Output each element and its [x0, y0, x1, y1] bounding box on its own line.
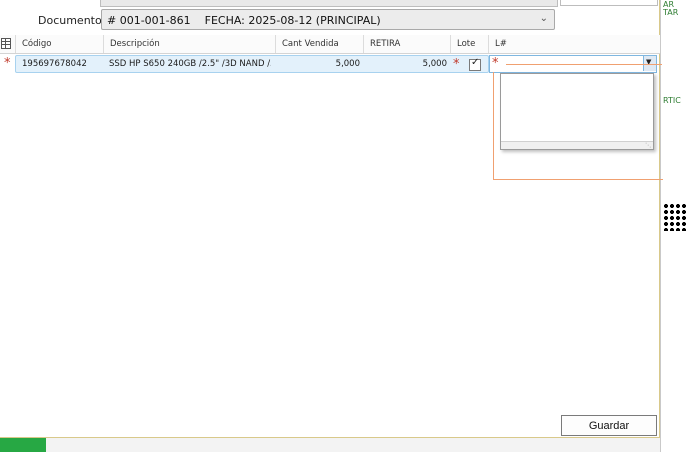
documento-select[interactable]: # 001-001-861 FECHA: 2025-08-12 (PRINCIP… — [101, 9, 555, 30]
background-bottom-bar — [46, 438, 660, 452]
resize-grip[interactable]: ⋱ — [501, 141, 653, 149]
focus-guide-line — [493, 72, 494, 180]
required-star-icon: * — [492, 56, 499, 71]
column-header-cant-vendida[interactable]: Cant Vendida — [275, 35, 363, 53]
save-button[interactable]: Guardar — [561, 415, 657, 436]
cell-descripcion[interactable]: SSD HP S650 240GB /2.5" /3D NAND /560 — [109, 56, 271, 72]
column-header-lnum[interactable]: L# — [488, 35, 660, 53]
documento-select-value: # 001-001-861 FECHA: 2025-08-12 (PRINCIP… — [107, 14, 381, 27]
background-window-strip: AR TAR RTIC — [660, 0, 690, 452]
table-row[interactable]: 195697678042 SSD HP S650 240GB /2.5" /3D… — [15, 55, 489, 73]
column-header-codigo[interactable]: Código — [15, 35, 103, 53]
focus-guide-line — [493, 179, 663, 180]
focus-guide-line — [506, 64, 662, 65]
top-field-right-partial — [560, 0, 658, 6]
background-hint-text: RTIC — [663, 96, 681, 105]
qr-code-pattern — [663, 203, 687, 231]
column-header-lote[interactable]: Lote — [450, 35, 488, 53]
required-star-icon: * — [453, 57, 460, 72]
resize-grip-icon[interactable]: ⋱ — [645, 142, 651, 149]
background-hint-text: TAR — [663, 8, 679, 17]
lnum-dropdown-list[interactable]: ⋱ — [500, 73, 654, 150]
row-required-indicator: * — [4, 56, 11, 71]
background-green-bar — [0, 438, 46, 452]
lote-checkbox[interactable]: ✓ — [469, 57, 481, 71]
cell-retira[interactable]: 5,000 — [366, 56, 447, 72]
documento-label: Documento — [38, 14, 102, 27]
top-field-partial — [100, 0, 558, 7]
cell-codigo[interactable]: 195697678042 — [22, 56, 104, 72]
chevron-down-icon[interactable]: ⌄ — [540, 13, 548, 24]
column-header-retira[interactable]: RETIRA — [363, 35, 450, 53]
grid-header: Código Descripción Cant Vendida RETIRA L… — [0, 35, 660, 54]
cell-cant-vendida[interactable]: 5,000 — [278, 56, 360, 72]
column-header-descripcion[interactable]: Descripción — [103, 35, 275, 53]
column-chooser-icon[interactable] — [1, 38, 11, 49]
checkmark-icon: ✓ — [471, 57, 480, 68]
